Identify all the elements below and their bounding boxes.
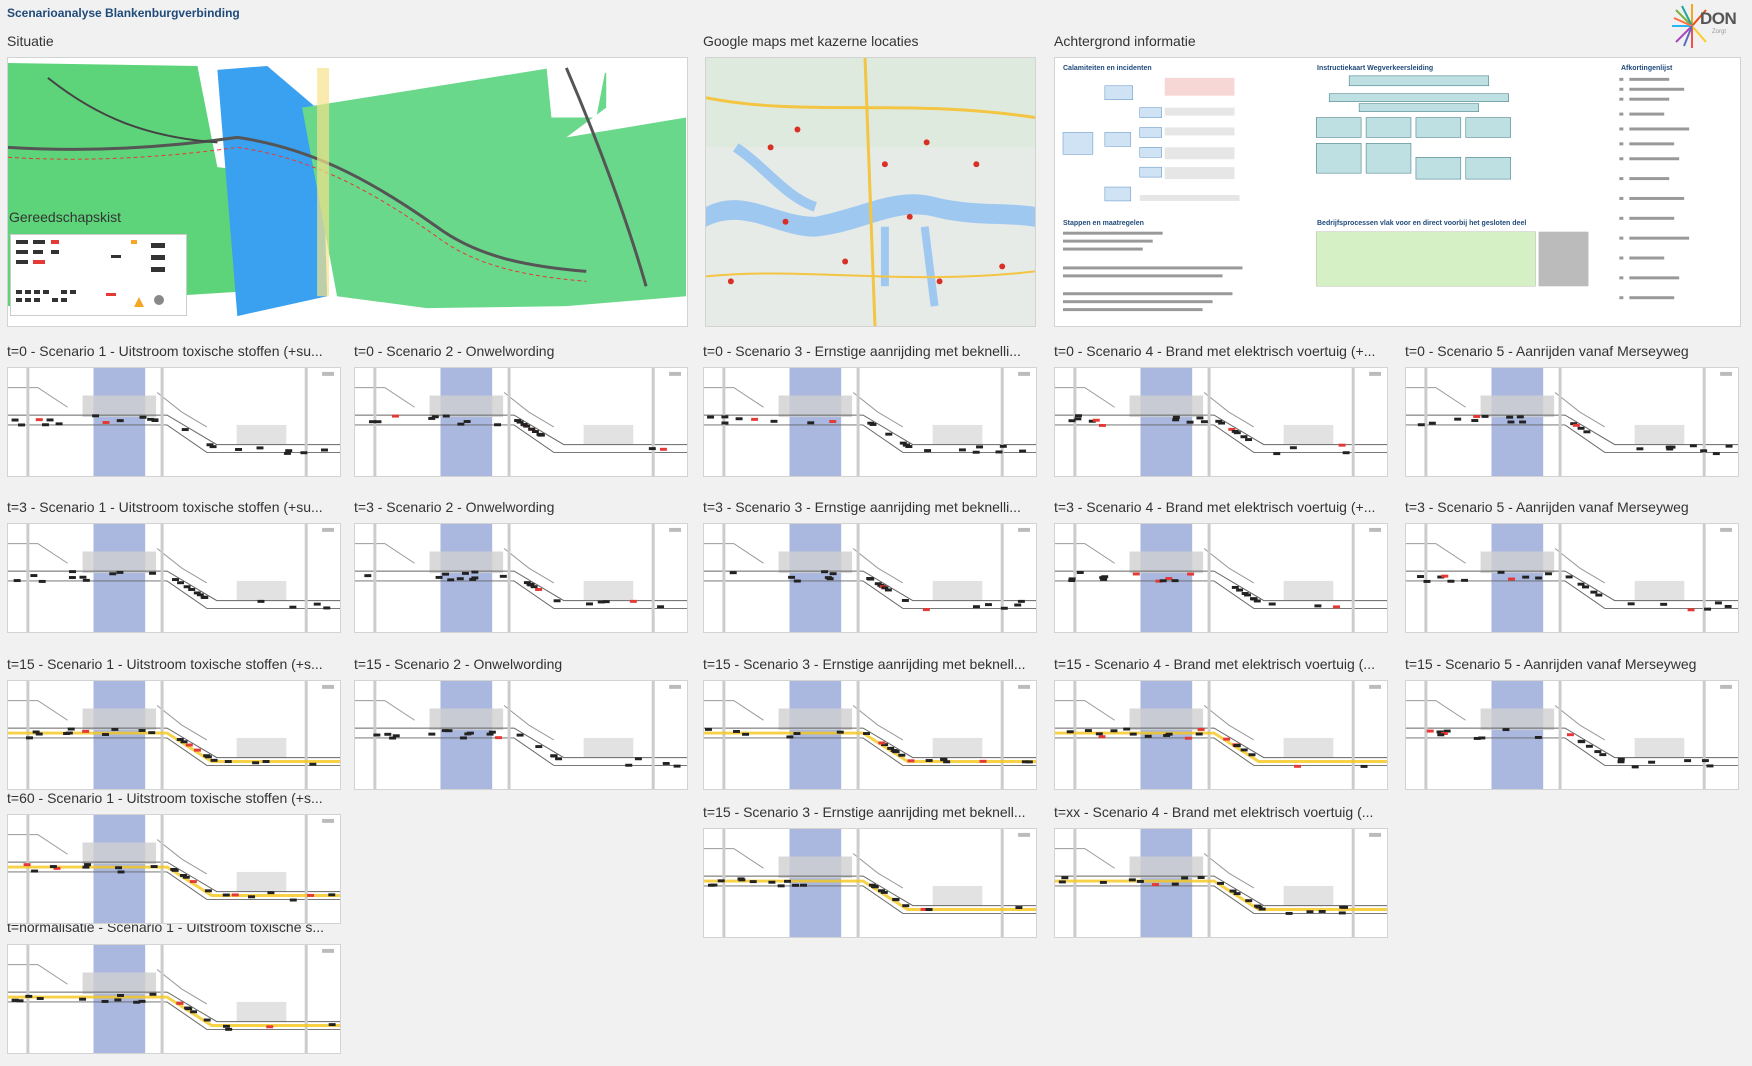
scenario-label: t=0 - Scenario 4 - Brand met elektrisch … xyxy=(1054,343,1376,359)
scenario-label: t=xx - Scenario 4 - Brand met elektrisch… xyxy=(1054,804,1374,820)
scenario-card[interactable] xyxy=(354,523,688,633)
scenario-diagram xyxy=(355,681,687,789)
scenario-label: t=0 - Scenario 2 - Onwelwording xyxy=(354,343,555,359)
scenario-card[interactable] xyxy=(7,680,341,790)
scenario-label: t=15 - Scenario 3 - Ernstige aanrijding … xyxy=(703,804,1026,820)
scenario-diagram xyxy=(1055,368,1387,476)
scenario-card[interactable] xyxy=(7,523,341,633)
google-map xyxy=(706,58,1035,326)
scenario-diagram xyxy=(8,368,340,476)
scenario-label: t=15 - Scenario 1 - Uitstroom toxische s… xyxy=(7,656,323,672)
scenario-label: t=3 - Scenario 2 - Onwelwording xyxy=(354,499,555,515)
scenario-diagram xyxy=(704,681,1036,789)
scenario-label: t=15 - Scenario 3 - Ernstige aanrijding … xyxy=(703,656,1026,672)
scenario-diagram xyxy=(704,829,1036,937)
scenario-card[interactable] xyxy=(1405,680,1739,790)
scenario-diagram xyxy=(704,368,1036,476)
achtergrond-card[interactable]: Calamiteiten en incidenten Instructiekaa… xyxy=(1054,57,1741,327)
frame-label-situatie: Situatie xyxy=(7,33,54,49)
scenario-diagram xyxy=(8,681,340,789)
scenario-label: t=0 - Scenario 1 - Uitstroom toxische st… xyxy=(7,343,323,359)
scenario-label: t=3 - Scenario 1 - Uitstroom toxische st… xyxy=(7,499,323,515)
don-logo: DON Zorgt xyxy=(1670,2,1746,50)
logo-text: DON xyxy=(1700,9,1737,28)
frame-label-google-maps: Google maps met kazerne locaties xyxy=(703,33,919,49)
scenario-card[interactable] xyxy=(7,814,341,924)
scenario-diagram xyxy=(1055,681,1387,789)
scenario-label: t=15 - Scenario 2 - Onwelwording xyxy=(354,656,563,672)
scenario-diagram xyxy=(8,815,340,923)
background-doc-graphics xyxy=(1062,75,1690,312)
scenario-diagram xyxy=(1055,524,1387,632)
scenario-label: t=60 - Scenario 1 - Uitstroom toxische s… xyxy=(7,790,323,806)
scenario-diagram xyxy=(1406,368,1738,476)
google-maps-card[interactable] xyxy=(705,57,1036,327)
scenario-card[interactable] xyxy=(703,828,1037,938)
scenario-diagram xyxy=(355,524,687,632)
scenario-label: t=3 - Scenario 4 - Brand met elektrisch … xyxy=(1054,499,1376,515)
scenario-card[interactable] xyxy=(354,680,688,790)
scenario-diagram xyxy=(704,524,1036,632)
scenario-diagram xyxy=(8,524,340,632)
scenario-card[interactable] xyxy=(1405,367,1739,477)
scenario-label: t=15 - Scenario 4 - Brand met elektrisch… xyxy=(1054,656,1375,672)
scenario-label: t=0 - Scenario 5 - Aanrijden vanaf Merse… xyxy=(1405,343,1689,359)
frame-label-gereedschapskist: Gereedschapskist xyxy=(9,209,122,225)
scenario-card[interactable] xyxy=(1054,828,1388,938)
logo-subtext: Zorgt xyxy=(1712,29,1727,35)
scenario-label: t=3 - Scenario 5 - Aanrijden vanaf Merse… xyxy=(1405,499,1689,515)
scenario-label: t=0 - Scenario 3 - Ernstige aanrijding m… xyxy=(703,343,1021,359)
scenario-diagram xyxy=(8,945,340,1053)
scenario-card[interactable] xyxy=(1054,523,1388,633)
gereedschapskist-card[interactable] xyxy=(10,234,187,316)
scenario-card[interactable] xyxy=(7,944,341,1054)
scenario-card[interactable] xyxy=(354,367,688,477)
scenario-label: t=15 - Scenario 5 - Aanrijden vanaf Mers… xyxy=(1405,656,1697,672)
scenario-diagram xyxy=(1055,829,1387,937)
scenario-card[interactable] xyxy=(1054,367,1388,477)
scenario-label: t=3 - Scenario 3 - Ernstige aanrijding m… xyxy=(703,499,1021,515)
board-title: Scenarioanalyse Blankenburgverbinding xyxy=(7,6,240,20)
scenario-diagram xyxy=(355,368,687,476)
toolbox-icons xyxy=(16,240,165,307)
scenario-card[interactable] xyxy=(7,367,341,477)
frame-label-achtergrond: Achtergrond informatie xyxy=(1054,33,1196,49)
scenario-card[interactable] xyxy=(703,680,1037,790)
scenario-card[interactable] xyxy=(1405,523,1739,633)
scenario-card[interactable] xyxy=(703,367,1037,477)
scenario-card[interactable] xyxy=(1054,680,1388,790)
scenario-diagram xyxy=(1406,524,1738,632)
scenario-diagram xyxy=(1406,681,1738,789)
scenario-card[interactable] xyxy=(703,523,1037,633)
